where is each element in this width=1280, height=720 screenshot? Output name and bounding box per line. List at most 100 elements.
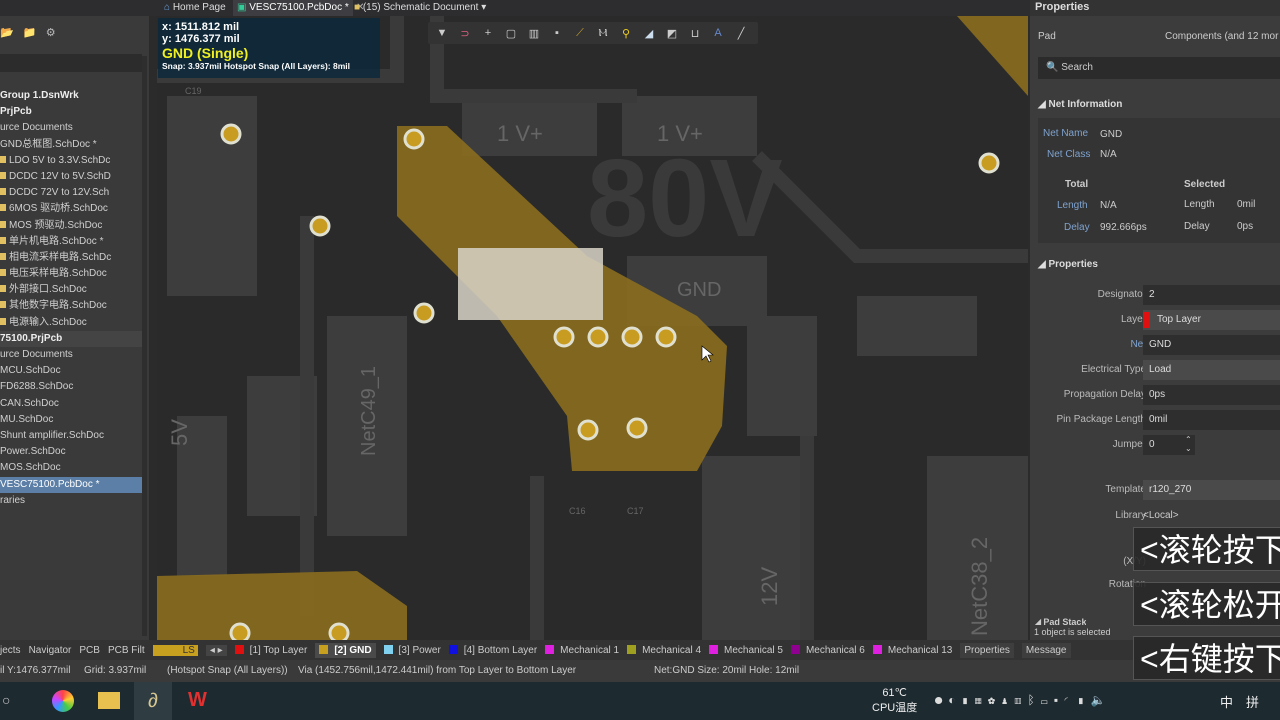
project-tree-item[interactable]: GND总框图.SchDoc * <box>0 137 142 153</box>
tab-pcb-doc[interactable]: ▣ VESC75100.PcbDoc * <box>233 0 353 16</box>
magnet-icon[interactable]: ⊃ <box>457 27 473 40</box>
project-tree-item[interactable]: VESC75100.PcbDoc * <box>0 476 142 493</box>
input[interactable]: 0mil <box>1143 410 1280 430</box>
label: Designator <box>1097 289 1146 300</box>
project-tree-item[interactable]: CAN.SchDoc <box>0 396 142 412</box>
gear-icon[interactable]: ⚙ <box>46 27 56 39</box>
layer-tab[interactable]: Mechanical 4 <box>627 644 701 656</box>
project-tree-item[interactable]: Shunt amplifier.SchDoc <box>0 428 142 444</box>
wps-icon[interactable]: W <box>188 689 207 712</box>
project-tree-item[interactable]: LDO 5V to 3.3V.SchDc <box>0 153 142 169</box>
tab-schematic[interactable]: ■ (15) Schematic Document ▾ <box>350 0 490 16</box>
via-icon[interactable]: ⚲ <box>618 27 634 40</box>
template-input[interactable]: r120_270 <box>1143 480 1280 500</box>
panel-tab[interactable]: jects <box>0 645 21 656</box>
stepper-icon[interactable]: ⌃ ⌄ <box>1185 435 1192 453</box>
layer-name: Mechanical 1 <box>560 644 620 656</box>
net-info-section: Net Name GND Net Class N/A Total Selecte… <box>1038 118 1280 243</box>
dimension-icon[interactable]: ⊔ <box>687 27 703 40</box>
region-icon[interactable]: ◩ <box>664 27 680 40</box>
schematic-file-icon <box>0 220 6 228</box>
project-tree-item[interactable]: MCU.SchDoc <box>0 363 142 379</box>
tab-home-page[interactable]: ⌂ Home Page <box>160 0 230 16</box>
folder-icon[interactable]: 📁 <box>23 27 37 39</box>
panel-tab[interactable]: PCB <box>79 645 100 656</box>
project-tree-item[interactable]: Power.SchDoc <box>0 444 142 460</box>
item-label: VESC75100.PcbDoc * <box>0 478 100 490</box>
project-tree-item[interactable]: 相电流采样电路.SchDc <box>0 250 142 266</box>
dropdown[interactable]: Load <box>1143 360 1280 380</box>
fill-icon[interactable]: ◢ <box>641 27 657 40</box>
layer-tab[interactable]: Mechanical 1 <box>545 644 620 656</box>
search-input[interactable]: 🔍 Search <box>1038 57 1280 79</box>
input[interactable]: 2 <box>1143 285 1280 305</box>
search-icon[interactable]: ○ <box>2 692 10 708</box>
ime-indicator[interactable]: 中 <box>1220 692 1233 711</box>
project-tree-item[interactable]: 其他数字电路.SchDoc <box>0 298 142 314</box>
panel-tab[interactable]: Message <box>1021 642 1071 658</box>
project-tree-item[interactable]: DCDC 12V to 5V.SchD <box>0 169 142 185</box>
layer-tab[interactable]: [1] Top Layer <box>234 644 307 656</box>
panel-tab[interactable]: Properties <box>960 642 1014 658</box>
filter-dropdown[interactable]: Components (and 12 mor <box>1165 31 1278 42</box>
project-tree-item[interactable]: 单片机电路.SchDoc * <box>0 234 142 250</box>
project-search-input[interactable] <box>0 54 142 72</box>
layer-tab[interactable]: [2] GND <box>315 642 376 658</box>
project-tree-item[interactable]: 外部接口.SchDoc <box>0 282 142 298</box>
properties-header[interactable]: ◢ Properties <box>1038 259 1098 270</box>
input[interactable]: GND <box>1143 335 1280 355</box>
browser-icon[interactable] <box>52 690 74 712</box>
project-tree-item[interactable]: Group 1.DsnWrk <box>0 88 142 104</box>
project-tree-item[interactable]: PrjPcb <box>0 104 142 120</box>
route-icon[interactable]: ⟋ <box>572 27 588 40</box>
panel-tab[interactable]: PCB Filt <box>108 645 145 656</box>
layer-color-swatch <box>872 644 882 654</box>
layer-tab[interactable]: [3] Power <box>383 644 441 656</box>
project-tree-item[interactable]: FD6288.SchDoc <box>0 379 142 395</box>
selected-pad[interactable] <box>458 248 603 320</box>
component-icon[interactable]: ▪ <box>549 27 565 39</box>
ime-mode[interactable]: 拼 <box>1246 692 1259 711</box>
scrollbar[interactable] <box>142 56 147 636</box>
project-tree-item[interactable]: DCDC 72V to 12V.Sch <box>0 185 142 201</box>
layer-tab[interactable]: Mechanical 5 <box>709 644 783 656</box>
file-explorer-icon[interactable] <box>98 692 120 709</box>
altium-icon[interactable]: ∂ <box>134 682 172 720</box>
project-tree-item[interactable]: 电源输入.SchDoc <box>0 315 142 331</box>
crosshair-icon[interactable]: + <box>480 27 496 39</box>
subtitle-overlay: <滚轮按下 <box>1133 527 1280 571</box>
panel-tab[interactable]: Navigator <box>29 645 72 656</box>
align-icon[interactable]: ▥ <box>526 27 542 40</box>
pad-stack-header[interactable]: ◢ Pad Stack <box>1034 617 1086 625</box>
status-snap: (Hotspot Snap (All Layers)) <box>167 665 288 676</box>
project-tree-item[interactable]: MOS 预驱动.SchDoc <box>0 218 142 234</box>
layer-tab[interactable]: Mechanical 13 <box>872 644 952 656</box>
hud-y: y: 1476.377 mil <box>162 33 240 45</box>
filter-icon[interactable]: ▼ <box>434 27 450 39</box>
project-tree-item[interactable]: MU.SchDoc <box>0 412 142 428</box>
project-tree-item[interactable]: raries <box>0 493 142 509</box>
diff-pair-icon[interactable]: Ⲙ <box>595 27 611 40</box>
project-tree-item[interactable]: 75100.PrjPcb <box>0 330 142 347</box>
project-tree-item[interactable]: urce Documents <box>0 120 142 136</box>
layer-tab[interactable]: Mechanical 6 <box>790 644 865 656</box>
project-tree-item[interactable]: urce Documents <box>0 347 142 363</box>
project-tree-item[interactable]: MOS.SchDoc <box>0 460 142 476</box>
layer-set-button[interactable]: LS <box>152 644 198 656</box>
project-tree-item[interactable]: 电压采样电路.SchDoc <box>0 266 142 282</box>
input[interactable]: 0ps <box>1143 385 1280 405</box>
silk-label: C17 <box>627 506 644 516</box>
select-rect-icon[interactable]: ▢ <box>503 27 519 40</box>
net-info-header[interactable]: ◢ Net Information <box>1038 99 1122 110</box>
label: Template <box>1105 484 1146 495</box>
project-tree-item[interactable]: 6MOS 驱动桥.SchDoc <box>0 201 142 217</box>
pcb-canvas[interactable]: 80V C19 1 V+ 1 V+ GND C16 C17 NetC49_1 5… <box>157 16 1028 640</box>
text-icon[interactable]: A <box>710 27 726 39</box>
layer-scroll-buttons[interactable]: ◂ ▸ <box>205 644 227 656</box>
layer-tab[interactable]: [4] Bottom Layer <box>448 644 537 656</box>
open-folder-icon[interactable]: 📂 <box>0 27 14 39</box>
line-icon[interactable]: ╱ <box>733 27 749 40</box>
system-tray-icons[interactable]: ⬤◐▮▦✿♟▥ᛒ▭▪◜▮🔈 <box>935 693 1111 707</box>
dropdown[interactable]: Top Layer <box>1143 310 1280 330</box>
field-layer: Layer Top Layer <box>1030 310 1280 330</box>
